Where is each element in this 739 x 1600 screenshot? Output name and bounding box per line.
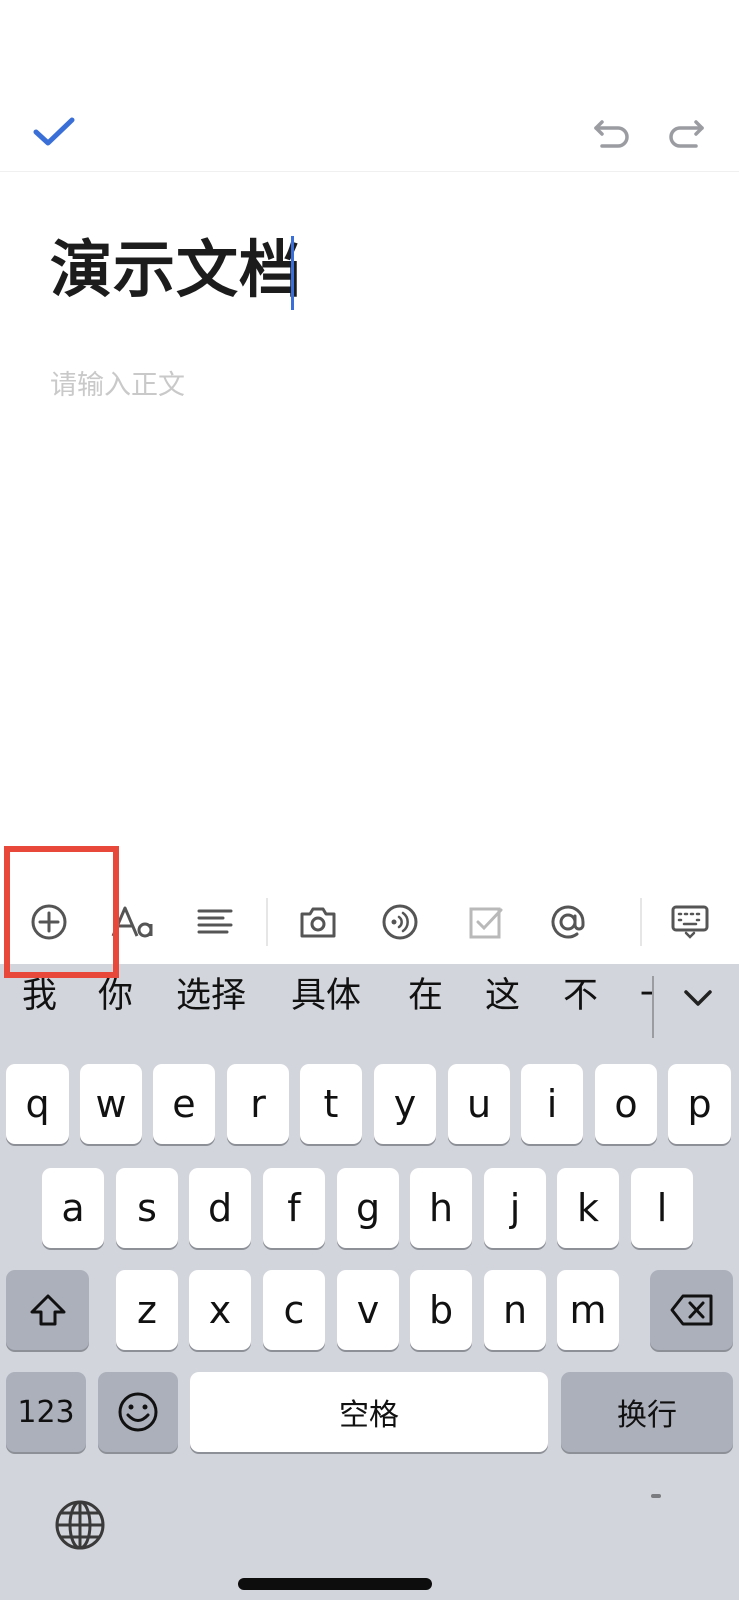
key-s[interactable]: s — [116, 1168, 178, 1248]
checkbox-icon[interactable] — [462, 898, 510, 946]
key-i[interactable]: i — [521, 1064, 583, 1144]
undo-icon[interactable] — [592, 112, 632, 152]
space-key[interactable]: 空格 — [190, 1372, 548, 1452]
candidate-bar: 我 你 选择 具体 在 这 不 一 — [0, 964, 739, 1038]
key-o[interactable]: o — [595, 1064, 657, 1144]
key-g[interactable]: g — [337, 1168, 399, 1248]
chevron-down-icon[interactable] — [672, 978, 724, 1018]
key-q[interactable]: q — [6, 1064, 69, 1144]
key-p[interactable]: p — [668, 1064, 731, 1144]
document-body-placeholder[interactable]: 请输入正文 — [50, 366, 185, 406]
mention-icon[interactable] — [544, 898, 592, 946]
key-j[interactable]: j — [484, 1168, 546, 1248]
key-y[interactable]: y — [374, 1064, 436, 1144]
top-toolbar — [0, 0, 739, 172]
shift-icon — [30, 1294, 65, 1326]
globe-icon[interactable] — [52, 1497, 108, 1553]
emoji-key[interactable] — [98, 1372, 178, 1452]
key-f[interactable]: f — [263, 1168, 325, 1248]
key-c[interactable]: c — [263, 1270, 325, 1350]
add-icon[interactable] — [25, 898, 73, 946]
key-u[interactable]: u — [448, 1064, 510, 1144]
candidate-item[interactable]: 我 — [22, 974, 57, 1018]
candidate-divider — [652, 976, 654, 1038]
key-d[interactable]: d — [189, 1168, 251, 1248]
key-b[interactable]: b — [410, 1270, 472, 1350]
candidate-item[interactable]: 这 — [485, 974, 520, 1018]
dictation-indicator — [651, 1494, 661, 1498]
key-v[interactable]: v — [337, 1270, 399, 1350]
candidate-item[interactable]: 你 — [98, 974, 133, 1018]
key-z[interactable]: z — [116, 1270, 178, 1350]
document-title[interactable]: 演示文档 — [50, 232, 302, 308]
delete-key[interactable] — [650, 1270, 733, 1350]
text-caret — [291, 236, 294, 310]
key-h[interactable]: h — [410, 1168, 472, 1248]
emoji-icon — [118, 1392, 158, 1432]
align-icon[interactable] — [191, 898, 239, 946]
key-n[interactable]: n — [484, 1270, 546, 1350]
key-x[interactable]: x — [189, 1270, 251, 1350]
candidate-item[interactable]: 具体 — [291, 974, 361, 1018]
keyboard-hide-icon[interactable] — [666, 898, 714, 946]
key-l[interactable]: l — [631, 1168, 693, 1248]
candidate-item[interactable]: 一 — [640, 974, 652, 1018]
key-t[interactable]: t — [300, 1064, 362, 1144]
text-style-icon[interactable] — [109, 898, 157, 946]
audio-icon[interactable] — [376, 898, 424, 946]
key-e[interactable]: e — [153, 1064, 215, 1144]
redo-icon[interactable] — [666, 112, 706, 152]
candidate-item[interactable]: 在 — [408, 974, 443, 1018]
toolbar-divider — [266, 898, 268, 946]
key-w[interactable]: w — [80, 1064, 142, 1144]
return-key[interactable]: 换行 — [561, 1372, 733, 1452]
check-icon[interactable] — [32, 112, 76, 152]
key-a[interactable]: a — [42, 1168, 104, 1248]
format-toolbar — [0, 880, 739, 964]
key-r[interactable]: r — [227, 1064, 289, 1144]
keyboard: 我 你 选择 具体 在 这 不 一 q w e r t y u i o p a … — [0, 964, 739, 1600]
key-k[interactable]: k — [557, 1168, 619, 1248]
home-indicator[interactable] — [238, 1578, 432, 1590]
camera-icon[interactable] — [294, 898, 342, 946]
backspace-icon — [670, 1294, 712, 1326]
shift-key[interactable] — [6, 1270, 89, 1350]
candidate-item[interactable]: 不 — [563, 974, 598, 1018]
candidate-item[interactable]: 选择 — [176, 974, 246, 1018]
numbers-key[interactable]: 123 — [6, 1372, 86, 1452]
toolbar-divider — [640, 898, 642, 946]
key-m[interactable]: m — [557, 1270, 619, 1350]
